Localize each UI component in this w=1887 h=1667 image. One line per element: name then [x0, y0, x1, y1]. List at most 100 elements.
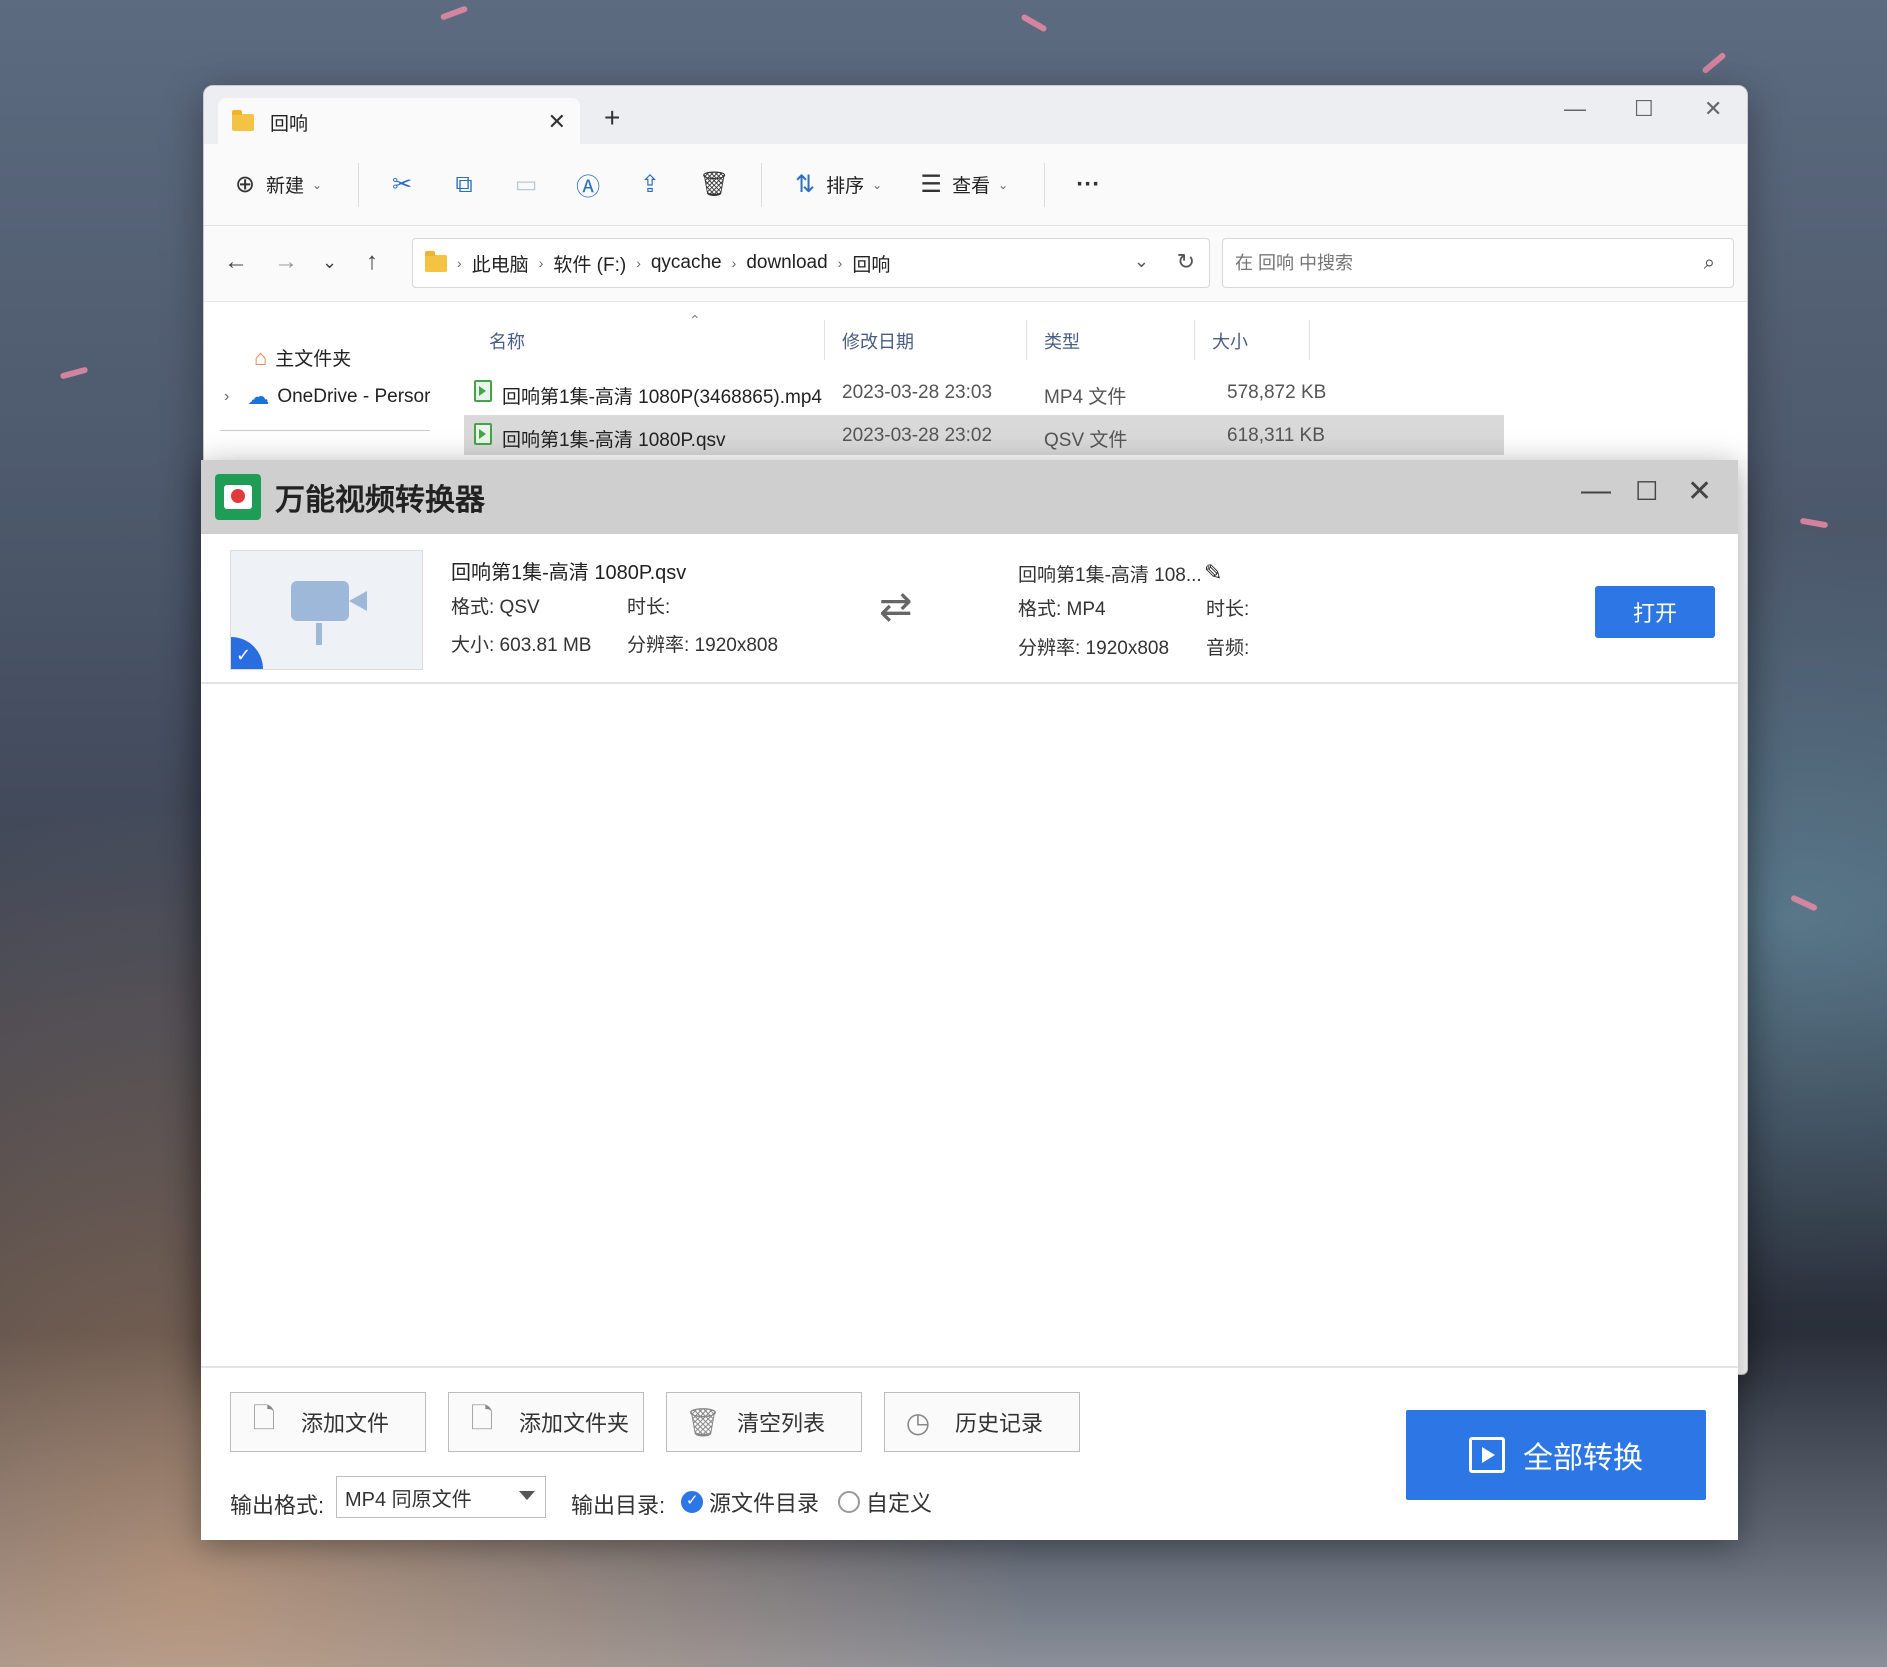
toolbar-divider	[358, 162, 360, 207]
breadcrumb-separator: ›	[538, 255, 544, 271]
rename-button[interactable]: Ⓐ	[575, 167, 601, 202]
converter-titlebar: 万能视频转换器 — ☐ ✕	[201, 460, 1738, 534]
share-icon: ⇪	[640, 171, 661, 198]
output-file-name: 回响第1集-高清 108...	[1018, 565, 1202, 586]
maximize-icon[interactable]: ☐	[1634, 96, 1654, 122]
camera-stand-icon	[316, 623, 322, 645]
clear-list-button[interactable]: 🗑 清空列表	[666, 1392, 862, 1452]
history-label: 历史记录	[955, 1411, 1044, 1436]
close-window-icon[interactable]: ✕	[1704, 96, 1722, 122]
output-resolution: 分辨率: 1920x808	[1018, 638, 1170, 659]
minimize-icon[interactable]: —	[1581, 474, 1611, 508]
minimize-icon[interactable]: —	[1564, 96, 1586, 122]
output-format: 格式: MP4	[1018, 599, 1106, 620]
sidebar-item-home[interactable]: ⌂ 主文件夹	[254, 344, 351, 371]
radio-custom-dir[interactable]: 自定义	[838, 1486, 932, 1518]
column-header-date[interactable]: 修改日期	[842, 328, 914, 354]
explorer-titlebar: 回响 ✕ + — ☐ ✕	[204, 86, 1747, 146]
checkmark-icon[interactable]: ✓	[231, 637, 263, 669]
column-header-type[interactable]: 类型	[1044, 328, 1080, 354]
share-button[interactable]: ⇪	[637, 170, 663, 199]
video-converter-window: 万能视频转换器 — ☐ ✕ ✓ 回响第1集-高清 1080P.qsv 格式: Q…	[201, 460, 1738, 1540]
paste-button[interactable]: ▭	[513, 170, 539, 199]
plus-circle-icon: ⊕	[234, 171, 256, 198]
up-arrow-icon[interactable]: ↑	[366, 248, 378, 276]
table-row[interactable]: 回响第1集-高清 1080P.qsv 2023-03-28 23:02 QSV …	[464, 415, 1504, 455]
list-view-icon: ☰	[920, 171, 942, 198]
address-bar: ← → ⌄ ↑ › 此电脑 › 软件 (F:) › qycache › down…	[204, 226, 1747, 302]
chevron-down-icon: ⌄	[872, 177, 883, 192]
search-field[interactable]: ⌕	[1222, 238, 1734, 288]
sort-ascending-icon: ⌃	[689, 312, 701, 328]
back-arrow-icon[interactable]: ←	[224, 248, 248, 276]
new-button-label: 新建	[266, 176, 305, 197]
expand-chevron-icon[interactable]: ›	[224, 388, 229, 406]
more-options-button[interactable]: ···	[1075, 171, 1101, 199]
radio-source-dir-label: 源文件目录	[709, 1491, 820, 1516]
breadcrumb-separator: ›	[457, 255, 462, 271]
refresh-icon[interactable]: ↻	[1177, 249, 1195, 275]
breadcrumb-separator: ›	[837, 255, 843, 271]
history-button[interactable]: ◷ 历史记录	[884, 1392, 1080, 1452]
converter-footer: 🗋 添加文件 🗋 添加文件夹 🗑 清空列表 ◷ 历史记录 输出格式: MP4 同…	[201, 1366, 1738, 1540]
output-dir-label: 输出目录:	[571, 1493, 666, 1518]
trash-icon: 🗑	[699, 171, 730, 198]
sort-button[interactable]: ⇅ 排序 ⌄	[792, 170, 882, 199]
video-file-icon	[474, 380, 492, 402]
source-duration: 时长:	[627, 597, 671, 618]
open-button[interactable]: 打开	[1595, 586, 1715, 638]
conversion-list-area	[201, 686, 1738, 1366]
radio-source-dir[interactable]: 源文件目录	[681, 1486, 819, 1518]
table-row[interactable]: 回响第1集-高清 1080P(3468865).mp4 2023-03-28 2…	[464, 372, 1504, 412]
app-logo-icon	[215, 474, 261, 520]
sidebar-item-label: 主文件夹	[275, 349, 352, 370]
search-input[interactable]	[1235, 252, 1704, 274]
chevron-down-icon: ⌄	[312, 177, 323, 192]
dropdown-arrow-icon	[519, 1491, 535, 1500]
new-tab-icon[interactable]: +	[604, 102, 620, 134]
explorer-tab[interactable]: 回响 ✕	[218, 98, 580, 146]
close-tab-icon[interactable]: ✕	[548, 109, 566, 135]
breadcrumb-qycache[interactable]: qycache	[651, 252, 722, 274]
file-type: QSV 文件	[1044, 430, 1128, 451]
convert-all-button[interactable]: 全部转换	[1406, 1410, 1706, 1500]
breadcrumb[interactable]: › 此电脑 › 软件 (F:) › qycache › download › 回…	[412, 238, 1210, 288]
column-header-name[interactable]: 名称	[489, 328, 525, 354]
output-format-select[interactable]: MP4 同原文件	[336, 1476, 546, 1518]
forward-arrow-icon[interactable]: →	[274, 248, 298, 276]
maximize-icon[interactable]: ☐	[1635, 476, 1658, 507]
file-date: 2023-03-28 23:02	[842, 425, 993, 446]
rename-icon: Ⓐ	[576, 174, 601, 201]
copy-button[interactable]: ⧉	[451, 171, 477, 199]
breadcrumb-download[interactable]: download	[746, 252, 827, 274]
explorer-tab-title: 回响	[270, 113, 309, 135]
clear-list-label: 清空列表	[737, 1411, 826, 1436]
recent-chevron-icon[interactable]: ⌄	[322, 252, 337, 273]
breadcrumb-this-pc[interactable]: 此电脑	[472, 250, 529, 277]
conversion-item[interactable]: ✓ 回响第1集-高清 1080P.qsv 格式: QSV 时长: 大小: 603…	[201, 534, 1738, 684]
add-file-icon: 🗋	[252, 1403, 276, 1434]
breadcrumb-current[interactable]: 回响	[852, 250, 890, 277]
add-folder-icon: 🗋	[470, 1403, 494, 1434]
breadcrumb-drive[interactable]: 软件 (F:)	[553, 250, 626, 277]
add-folder-button[interactable]: 🗋 添加文件夹	[448, 1392, 644, 1452]
add-file-label: 添加文件	[301, 1411, 390, 1436]
add-file-button[interactable]: 🗋 添加文件	[230, 1392, 426, 1452]
source-resolution: 分辨率: 1920x808	[627, 635, 779, 656]
delete-button[interactable]: 🗑	[699, 170, 730, 199]
address-dropdown-icon[interactable]: ⌄	[1134, 251, 1149, 272]
source-file-name: 回响第1集-高清 1080P.qsv	[451, 562, 687, 584]
file-name: 回响第1集-高清 1080P.qsv	[502, 430, 726, 451]
column-header-size[interactable]: 大小	[1212, 328, 1248, 354]
sidebar-item-onedrive[interactable]: › ☁ OneDrive - Persor	[224, 384, 430, 410]
file-size: 578,872 KB	[1227, 382, 1327, 403]
file-size: 618,311 KB	[1227, 425, 1325, 446]
output-audio: 音频:	[1206, 638, 1250, 659]
new-button[interactable]: ⊕ 新建 ⌄	[232, 170, 322, 199]
sort-icon: ⇅	[795, 171, 816, 198]
cut-button[interactable]: ✂	[389, 170, 415, 199]
trash-icon: 🗑	[685, 1406, 721, 1438]
close-icon[interactable]: ✕	[1687, 474, 1712, 509]
pencil-icon[interactable]: ✎	[1204, 560, 1222, 586]
view-button[interactable]: ☰ 查看 ⌄	[918, 170, 1008, 199]
